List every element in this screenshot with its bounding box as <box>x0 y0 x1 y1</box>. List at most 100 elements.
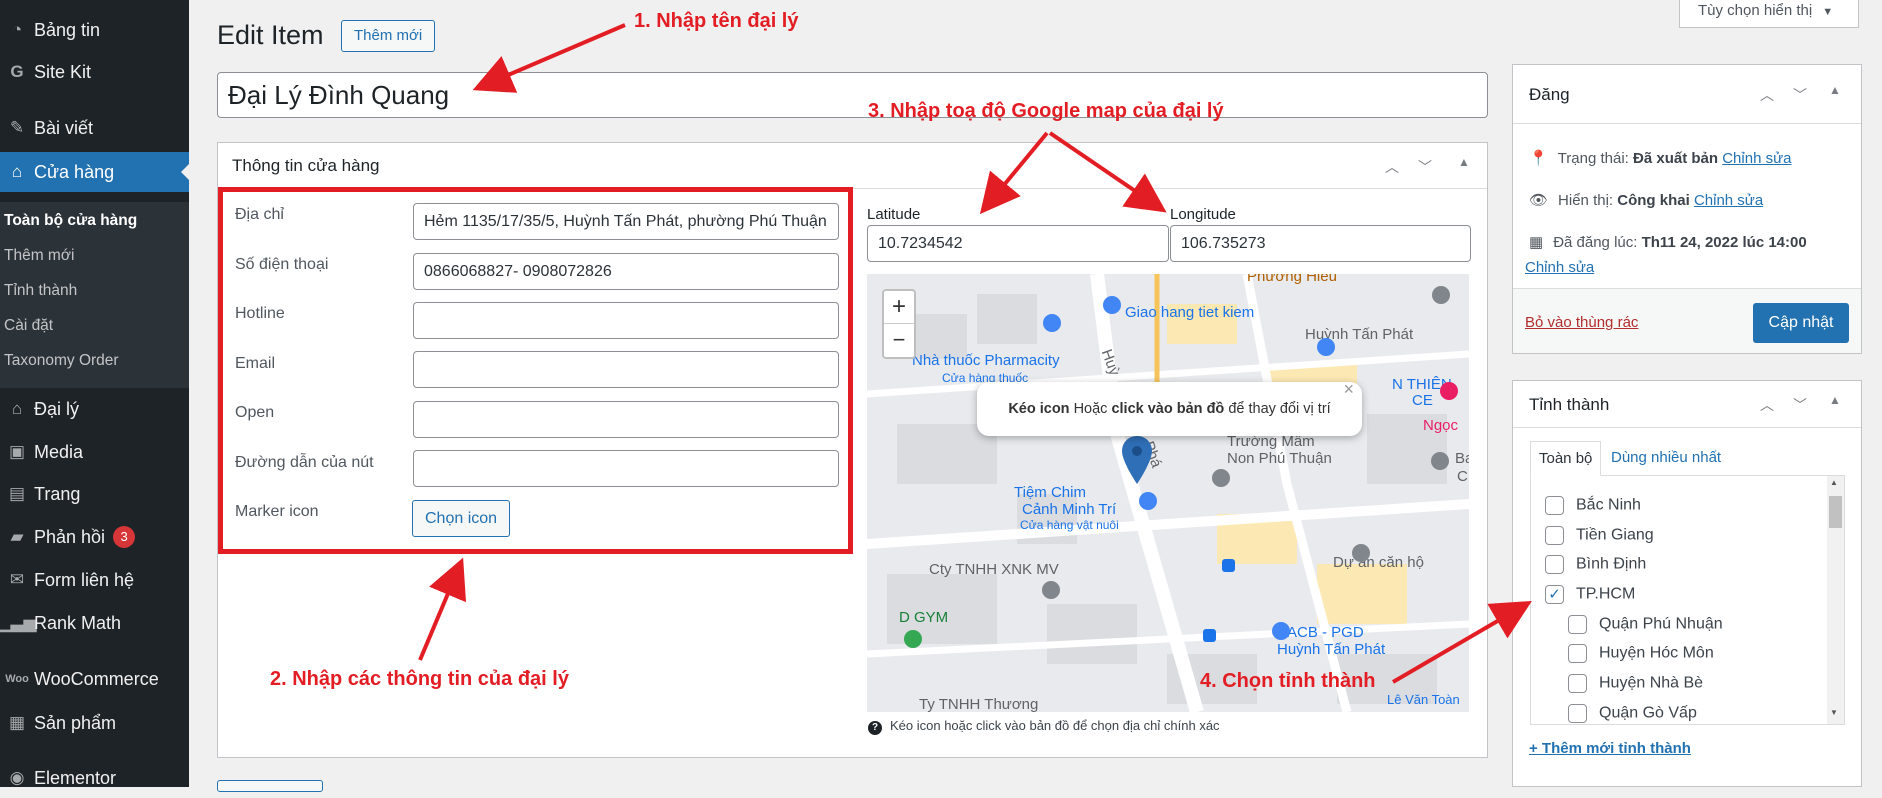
province-item[interactable]: Bắc Ninh <box>1545 496 1641 515</box>
sidebar-item-woocommerce[interactable]: Woo WooCommerce <box>0 659 189 699</box>
toggle-panel-icon[interactable]: ▲ <box>1829 393 1841 407</box>
poi-pin-icon[interactable] <box>1139 492 1157 510</box>
scroll-up-icon[interactable]: ▲ <box>1830 478 1838 487</box>
province-item[interactable]: Quận Phú Nhuận <box>1568 615 1723 634</box>
poi-pin-icon[interactable] <box>1042 581 1060 599</box>
map-label: Phương Hiếu <box>1247 274 1337 285</box>
update-button[interactable]: Cập nhật <box>1753 303 1849 343</box>
sidebar-item-media[interactable]: ▣ Media <box>0 432 189 472</box>
archive-icon: ▦ <box>8 713 26 732</box>
checkbox[interactable] <box>1568 644 1587 663</box>
hotline-input[interactable] <box>413 302 839 339</box>
zoom-out-button[interactable]: − <box>884 324 914 357</box>
sidebar-item-contact-form[interactable]: ✉ Form liên hệ <box>0 560 189 600</box>
province-item[interactable]: ✓ TP.HCM <box>1545 585 1635 604</box>
zoom-control: + − <box>882 289 916 359</box>
sidebar-item-products[interactable]: ▦ Sản phẩm <box>0 703 189 743</box>
submenu-taxonomy-order[interactable]: Taxonomy Order <box>4 352 119 370</box>
sidebar-item-rank-math[interactable]: ▁▃▅ Rank Math <box>0 603 189 643</box>
checkbox-checked[interactable]: ✓ <box>1545 585 1564 604</box>
checkbox[interactable] <box>1545 496 1564 515</box>
email-input[interactable] <box>413 351 839 388</box>
google-map[interactable]: Giao hang tiet kiem Huỳnh Tấn Phát Nhà t… <box>867 274 1469 712</box>
sidebar-item-dashboard[interactable]: ◔ Bảng tin <box>0 10 189 50</box>
longitude-input[interactable]: 106.735273 <box>1170 225 1471 262</box>
zoom-in-button[interactable]: + <box>884 291 914 324</box>
post-title-input[interactable]: Đại Lý Đình Quang <box>217 72 1488 118</box>
sidebar-item-store[interactable]: ⌂ Cửa hàng <box>0 152 189 192</box>
poi-pin-icon[interactable] <box>1432 286 1450 304</box>
partial-button[interactable] <box>217 780 323 792</box>
sidebar-item-pages[interactable]: ▤ Trang <box>0 474 189 514</box>
sidebar-item-posts[interactable]: ✎ Bài viết <box>0 108 189 148</box>
store-info-title: Thông tin cửa hàng <box>232 156 380 175</box>
submenu-all-stores[interactable]: Toàn bộ cửa hàng <box>4 212 137 230</box>
checkbox[interactable] <box>1568 615 1587 634</box>
poi-pin-icon[interactable] <box>1043 314 1061 332</box>
scrollbar[interactable]: ▲ ▼ <box>1827 476 1844 724</box>
poi-pin-icon[interactable] <box>1103 296 1121 314</box>
submenu-settings[interactable]: Cài đặt <box>4 317 53 335</box>
province-item[interactable]: Bình Định <box>1545 555 1646 574</box>
province-item[interactable]: Quận Gò Vấp <box>1568 704 1697 723</box>
box-divider <box>1513 123 1861 124</box>
choose-icon-button[interactable]: Chọn icon <box>412 500 511 537</box>
checkbox[interactable] <box>1545 555 1564 574</box>
submenu-provinces[interactable]: Tỉnh thành <box>4 282 77 300</box>
sidebar-item-elementor[interactable]: ◉ Elementor <box>0 758 189 798</box>
chevron-down-icon[interactable]: ﹀ <box>1793 85 1807 105</box>
scroll-down-icon[interactable]: ▼ <box>1830 708 1838 717</box>
poi-pin-icon[interactable] <box>904 630 922 648</box>
hotline-label: Hotline <box>235 305 285 322</box>
close-icon[interactable]: × <box>1343 362 1354 416</box>
latitude-input[interactable]: 10.7234542 <box>867 225 1169 262</box>
toggle-panel-icon[interactable]: ▲ <box>1458 155 1470 169</box>
screen-options-button[interactable]: Tùy chọn hiển thị ▼ <box>1679 0 1859 28</box>
add-province-link[interactable]: + Thêm mới tỉnh thành <box>1529 740 1691 757</box>
chevron-down-icon[interactable]: ﹀ <box>1793 395 1807 415</box>
sidebar-item-comments[interactable]: ▰ Phản hồi 3 <box>0 517 189 557</box>
province-item[interactable]: Huyện Hóc Môn <box>1568 644 1714 663</box>
poi-pin-icon[interactable] <box>1317 338 1335 356</box>
trash-link[interactable]: Bỏ vào thùng rác <box>1525 314 1638 331</box>
chevron-up-icon[interactable]: ︿ <box>1385 157 1399 177</box>
pin-icon: 📍 <box>1529 150 1548 167</box>
checkbox[interactable] <box>1568 674 1587 693</box>
sidebar-item-site-kit[interactable]: G Site Kit <box>0 52 189 92</box>
chevron-up-icon[interactable]: ︿ <box>1760 85 1774 105</box>
toggle-panel-icon[interactable]: ▲ <box>1829 83 1841 97</box>
phone-input[interactable]: 0866068827- 0908072826 <box>413 253 839 290</box>
bus-stop-icon[interactable] <box>1203 629 1216 642</box>
dashboard-icon: ◔ <box>11 20 23 39</box>
page-title: Edit Item <box>217 20 324 50</box>
button-link-input[interactable] <box>413 450 839 487</box>
tab-most-used[interactable]: Dùng nhiều nhất <box>1603 441 1729 476</box>
edit-date-link[interactable]: Chỉnh sửa <box>1525 259 1594 276</box>
province-item[interactable]: Huyện Nhà Bè <box>1568 674 1703 693</box>
store-submenu: Toàn bộ cửa hàng Thêm mới Tỉnh thành Cài… <box>0 202 189 388</box>
poi-pin-icon[interactable] <box>1272 622 1290 640</box>
sidebar-item-agency[interactable]: ⌂ Đại lý <box>0 389 189 429</box>
chevron-down-icon[interactable]: ﹀ <box>1418 157 1432 177</box>
chevron-up-icon[interactable]: ︿ <box>1760 395 1774 415</box>
scrollbar-thumb[interactable] <box>1829 496 1842 528</box>
checkbox[interactable] <box>1545 526 1564 545</box>
address-input[interactable]: Hẻm 1135/17/35/5, Huỳnh Tấn Phát, phường… <box>413 203 839 240</box>
province-item[interactable]: Tiền Giang <box>1545 526 1654 545</box>
poi-pin-icon[interactable] <box>1212 469 1230 487</box>
bus-stop-icon[interactable] <box>1222 559 1235 572</box>
add-new-button[interactable]: Thêm mới <box>341 20 436 52</box>
location-marker-icon[interactable] <box>1122 436 1152 484</box>
status-row: 📍 Trạng thái: Đã xuất bản Chỉnh sửa <box>1529 150 1792 167</box>
publish-title: Đăng <box>1529 85 1570 104</box>
open-input[interactable] <box>413 401 839 438</box>
checkbox[interactable] <box>1568 704 1587 723</box>
edit-visibility-link[interactable]: Chỉnh sửa <box>1694 192 1763 209</box>
tab-all[interactable]: Toàn bộ <box>1530 441 1602 476</box>
submenu-add-new[interactable]: Thêm mới <box>4 247 74 265</box>
poi-pin-icon[interactable] <box>1440 382 1458 400</box>
longitude-label: Longitude <box>1170 206 1236 223</box>
poi-pin-icon[interactable] <box>1352 544 1370 562</box>
poi-pin-icon[interactable] <box>1431 452 1449 470</box>
edit-status-link[interactable]: Chỉnh sửa <box>1722 150 1791 167</box>
